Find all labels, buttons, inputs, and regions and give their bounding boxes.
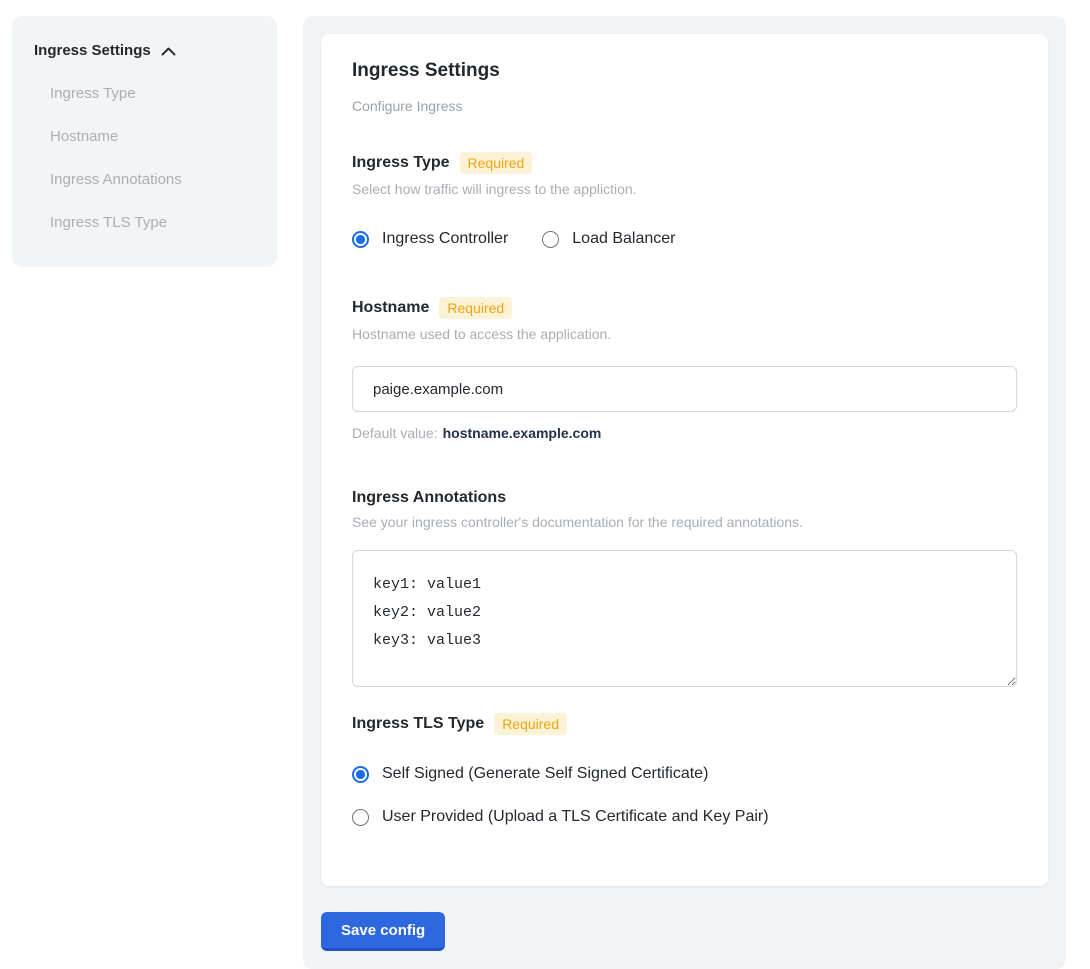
default-value-prefix: Default value: bbox=[352, 425, 438, 441]
field-hostname: Hostname Required Hostname used to acces… bbox=[352, 297, 1017, 441]
annotations-label: Ingress Annotations bbox=[352, 489, 506, 507]
default-value-text: hostname.example.com bbox=[443, 425, 602, 441]
tls-type-label: Ingress TLS Type bbox=[352, 715, 484, 733]
ingress-type-description: Select how traffic will ingress to the a… bbox=[352, 181, 1017, 197]
sidebar-nav: Ingress Type Hostname Ingress Annotation… bbox=[34, 85, 255, 231]
ingress-controller-radio[interactable] bbox=[352, 231, 369, 248]
ingress-type-radio-group: Ingress Controller Load Balancer bbox=[352, 230, 1017, 248]
radio-label: Load Balancer bbox=[572, 230, 675, 248]
annotations-description: See your ingress controller's documentat… bbox=[352, 514, 1017, 530]
chevron-up-icon bbox=[161, 47, 176, 56]
sidebar-group-ingress-settings[interactable]: Ingress Settings bbox=[34, 42, 255, 59]
hostname-description: Hostname used to access the application. bbox=[352, 326, 1017, 342]
sidebar-group-label: Ingress Settings bbox=[34, 42, 151, 59]
sidebar-item-ingress-tls-type[interactable]: Ingress TLS Type bbox=[34, 214, 255, 231]
field-ingress-annotations: Ingress Annotations See your ingress con… bbox=[352, 489, 1017, 692]
settings-sidebar: Ingress Settings Ingress Type Hostname I… bbox=[12, 16, 277, 267]
self-signed-radio[interactable] bbox=[352, 766, 369, 783]
required-badge: Required bbox=[460, 152, 533, 174]
page-title: Ingress Settings bbox=[352, 60, 1017, 82]
page: Ingress Settings Ingress Type Hostname I… bbox=[0, 0, 1090, 969]
radio-label: Self Signed (Generate Self Signed Certif… bbox=[382, 765, 708, 783]
hostname-input[interactable] bbox=[352, 366, 1017, 412]
sidebar-item-hostname[interactable]: Hostname bbox=[34, 128, 255, 145]
radio-option-ingress-controller[interactable]: Ingress Controller bbox=[352, 230, 508, 248]
load-balancer-radio[interactable] bbox=[542, 231, 559, 248]
ingress-settings-card: Ingress Settings Configure Ingress Ingre… bbox=[321, 34, 1048, 886]
sidebar-item-ingress-annotations[interactable]: Ingress Annotations bbox=[34, 171, 255, 188]
hostname-label: Hostname bbox=[352, 299, 429, 317]
config-panel: Ingress Settings Configure Ingress Ingre… bbox=[303, 16, 1066, 969]
field-ingress-type: Ingress Type Required Select how traffic… bbox=[352, 152, 1017, 248]
page-subtitle: Configure Ingress bbox=[352, 98, 1017, 114]
radio-option-user-provided[interactable]: User Provided (Upload a TLS Certificate … bbox=[352, 808, 1017, 826]
radio-label: Ingress Controller bbox=[382, 230, 508, 248]
save-config-button[interactable]: Save config bbox=[321, 912, 445, 951]
radio-option-load-balancer[interactable]: Load Balancer bbox=[542, 230, 675, 248]
user-provided-radio[interactable] bbox=[352, 809, 369, 826]
sidebar-item-ingress-type[interactable]: Ingress Type bbox=[34, 85, 255, 102]
radio-label: User Provided (Upload a TLS Certificate … bbox=[382, 808, 769, 826]
hostname-default-line: Default value: hostname.example.com bbox=[352, 425, 1017, 441]
required-badge: Required bbox=[494, 713, 567, 735]
annotations-textarea[interactable]: key1: value1 key2: value2 key3: value3 bbox=[352, 550, 1017, 687]
ingress-type-label: Ingress Type bbox=[352, 154, 450, 172]
field-ingress-tls-type: Ingress TLS Type Required Self Signed (G… bbox=[352, 713, 1017, 826]
radio-option-self-signed[interactable]: Self Signed (Generate Self Signed Certif… bbox=[352, 765, 1017, 783]
tls-type-radio-group: Self Signed (Generate Self Signed Certif… bbox=[352, 765, 1017, 826]
required-badge: Required bbox=[439, 297, 512, 319]
